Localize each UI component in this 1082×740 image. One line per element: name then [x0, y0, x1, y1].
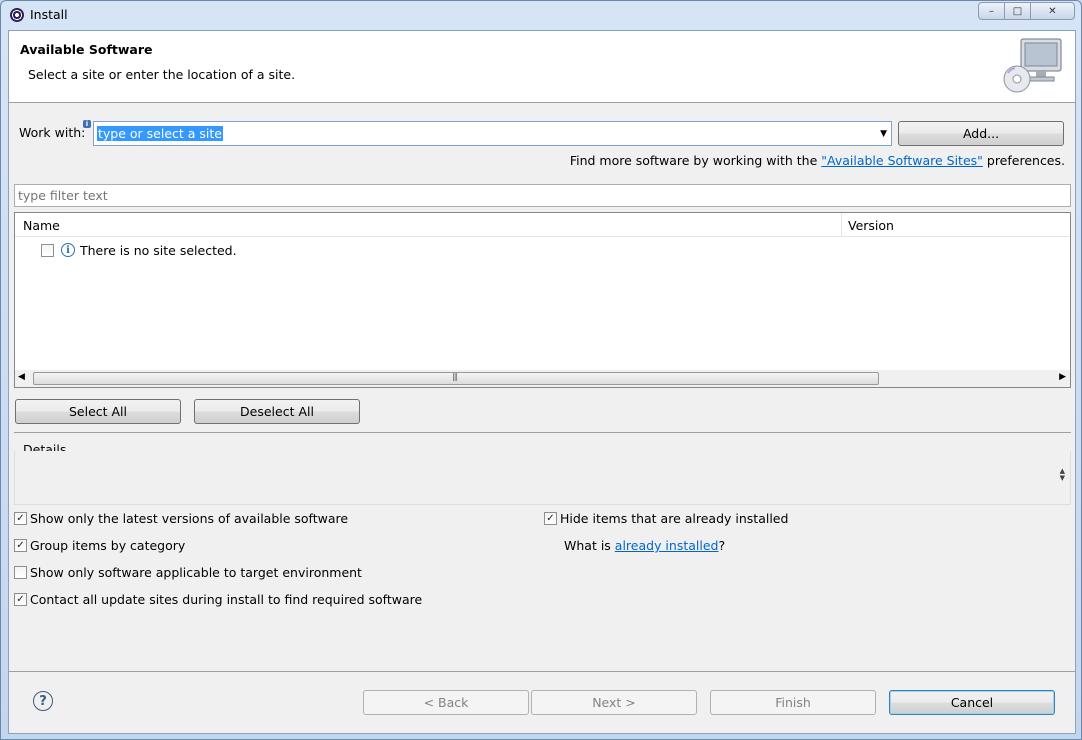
minimize-button[interactable]: –: [978, 2, 1005, 20]
dialog-body: Available Software Select a site or ente…: [8, 30, 1076, 734]
software-tree[interactable]: Name Version i There is no site selected…: [14, 212, 1071, 388]
contact-sites-checkbox[interactable]: ✓: [14, 593, 27, 606]
column-name[interactable]: Name: [23, 218, 60, 233]
what-is-prefix: What is: [564, 538, 615, 553]
next-button[interactable]: Next >: [531, 690, 697, 715]
option-latest-versions[interactable]: ✓ Show only the latest versions of avail…: [14, 511, 348, 526]
details-area[interactable]: ▲ ▼: [14, 451, 1071, 505]
horizontal-scrollbar[interactable]: ◀ ||| ▶: [15, 370, 1070, 387]
target-environment-checkbox[interactable]: [14, 566, 27, 579]
latest-versions-label: Show only the latest versions of availab…: [30, 511, 349, 526]
filter-input[interactable]: [15, 185, 1070, 206]
close-button[interactable]: ✕: [1030, 2, 1075, 20]
maximize-button[interactable]: □: [1004, 2, 1031, 20]
details-scroll-icon[interactable]: ▲ ▼: [1060, 468, 1065, 482]
add-site-button[interactable]: Add...: [898, 121, 1064, 146]
scroll-right-icon[interactable]: ▶: [1059, 372, 1066, 382]
tree-header: Name Version: [15, 213, 1070, 237]
chevron-down-icon[interactable]: ▼: [880, 129, 887, 139]
page-title: Available Software: [20, 42, 153, 57]
select-all-button[interactable]: Select All: [15, 399, 181, 424]
header-banner: Available Software Select a site or ente…: [9, 31, 1075, 103]
install-dialog: Install – □ ✕ Available Software Select …: [0, 0, 1082, 740]
filter-field[interactable]: [14, 184, 1071, 207]
option-hide-installed[interactable]: ✓ Hide items that are already installed: [544, 511, 788, 526]
contact-sites-label: Contact all update sites during install …: [30, 592, 423, 607]
tree-row-label: There is no site selected.: [80, 242, 237, 258]
tree-row[interactable]: i There is no site selected.: [41, 241, 237, 259]
page-subtitle: Select a site or enter the location of a…: [28, 67, 296, 82]
row-checkbox[interactable]: [41, 243, 54, 257]
deselect-all-button[interactable]: Deselect All: [194, 399, 360, 424]
option-target-environment[interactable]: Show only software applicable to target …: [14, 565, 362, 580]
minimize-icon: –: [989, 5, 994, 17]
latest-versions-checkbox[interactable]: ✓: [14, 512, 27, 525]
work-with-value[interactable]: type or select a site: [97, 126, 223, 141]
already-installed-link[interactable]: already installed: [615, 538, 719, 553]
info-icon: i: [61, 243, 75, 257]
group-by-category-label: Group items by category: [30, 538, 186, 553]
scrollbar-thumb[interactable]: |||: [33, 372, 879, 385]
window-title: Install: [30, 7, 68, 22]
footer-divider: [9, 671, 1075, 672]
cancel-button[interactable]: Cancel: [889, 690, 1055, 715]
find-more-suffix: preferences.: [982, 153, 1065, 168]
option-group-by-category[interactable]: ✓ Group items by category: [14, 538, 185, 553]
group-by-category-checkbox[interactable]: ✓: [14, 539, 27, 552]
maximize-icon: □: [1012, 5, 1023, 17]
work-with-combo[interactable]: type or select a site ▼: [93, 121, 892, 146]
hide-installed-checkbox[interactable]: ✓: [544, 512, 557, 525]
scroll-left-icon[interactable]: ◀: [18, 372, 25, 382]
info-decoration-icon: i: [83, 120, 91, 128]
what-is-installed-text: What is already installed?: [564, 538, 725, 553]
back-button[interactable]: < Back: [363, 690, 529, 715]
find-more-prefix: Find more software by working with the: [569, 153, 822, 168]
close-icon: ✕: [1048, 5, 1057, 17]
grip-icon: |||: [452, 372, 458, 381]
hide-installed-label: Hide items that are already installed: [560, 511, 789, 526]
column-divider[interactable]: [841, 213, 842, 237]
work-with-label: Work with:: [19, 125, 86, 140]
available-software-sites-link[interactable]: "Available Software Sites": [821, 153, 983, 168]
title-bar[interactable]: Install – □ ✕: [1, 1, 1081, 30]
help-icon[interactable]: ?: [33, 691, 53, 711]
find-more-text: Find more software by working with the "…: [570, 153, 1065, 168]
column-version[interactable]: Version: [848, 218, 894, 233]
what-is-suffix: ?: [718, 538, 726, 553]
install-wizard-icon: [1003, 38, 1062, 93]
target-environment-label: Show only software applicable to target …: [30, 565, 362, 580]
divider: [14, 432, 1071, 433]
finish-button[interactable]: Finish: [710, 690, 876, 715]
eclipse-icon: [10, 8, 24, 22]
window-controls: – □ ✕: [978, 2, 1075, 20]
option-contact-sites[interactable]: ✓ Contact all update sites during instal…: [14, 592, 422, 607]
